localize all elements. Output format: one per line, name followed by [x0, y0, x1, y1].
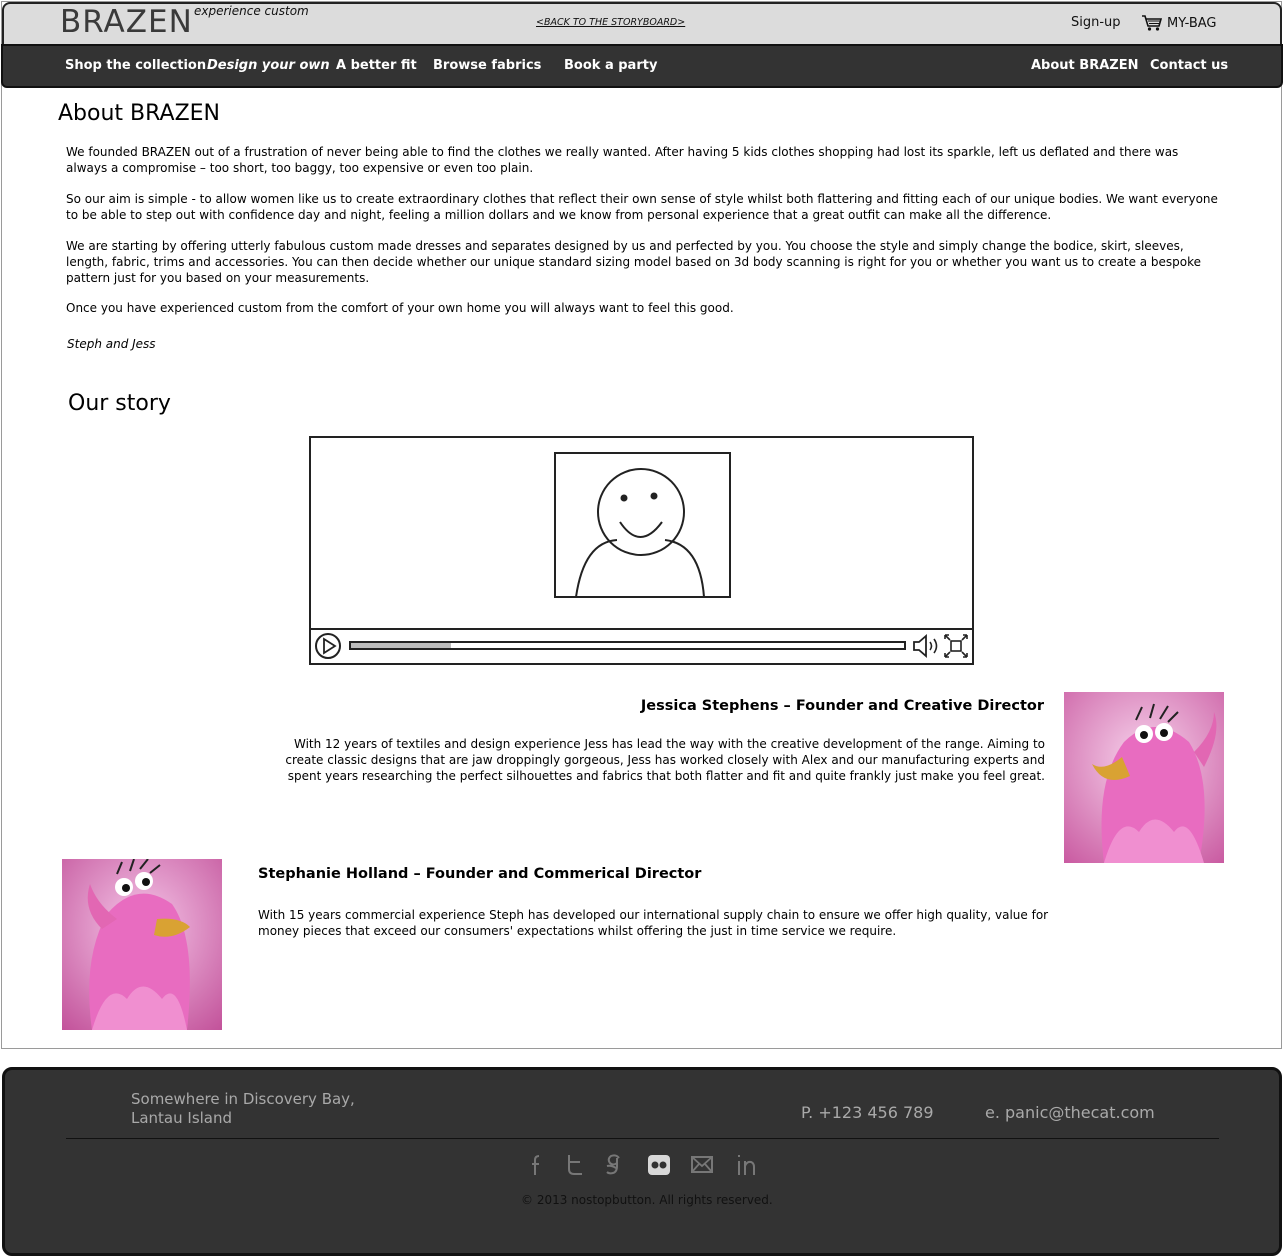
- signature: Steph and Jess: [67, 337, 156, 351]
- facebook-icon[interactable]: [524, 1152, 550, 1178]
- nav-a-better-fit[interactable]: A better fit: [336, 58, 417, 73]
- nav-shop-the-collection[interactable]: Shop the collection: [65, 58, 206, 73]
- video-progress-fill: [351, 643, 451, 648]
- about-paragraph: So our aim is simple - to allow women li…: [66, 192, 1218, 222]
- footer-phone: P. +123 456 789: [801, 1103, 934, 1122]
- back-to-storyboard-link[interactable]: <BACK TO THE STORYBOARD>: [536, 17, 685, 28]
- about-title: About BRAZEN: [58, 101, 221, 126]
- my-bag-label: MY-BAG: [1167, 15, 1217, 31]
- video-placeholder-icon: [554, 452, 731, 598]
- flickr-icon[interactable]: [647, 1152, 673, 1178]
- my-bag-button[interactable]: MY-BAG: [1141, 14, 1217, 32]
- founder-name-jessica: Jessica Stephens – Founder and Creative …: [640, 698, 1044, 714]
- twitter-icon[interactable]: [562, 1152, 588, 1178]
- story-title: Our story: [68, 391, 171, 416]
- volume-icon[interactable]: [911, 633, 941, 659]
- stephanie-photo: [62, 859, 222, 1030]
- signup-link[interactable]: Sign-up: [1071, 15, 1121, 30]
- nav-contact-us[interactable]: Contact us: [1150, 58, 1228, 73]
- about-paragraph: Once you have experienced custom from th…: [66, 301, 734, 315]
- copyright: © 2013 nostopbutton. All rights reserved…: [521, 1193, 773, 1207]
- linkedin-icon[interactable]: [734, 1152, 760, 1178]
- jessica-photo: [1064, 692, 1224, 863]
- logo[interactable]: BRAZEN: [60, 4, 193, 40]
- nav-design-your-own[interactable]: Design your own: [207, 58, 330, 73]
- founder-name-stephanie: Stephanie Holland – Founder and Commeric…: [258, 866, 702, 882]
- fullscreen-icon[interactable]: [943, 633, 969, 659]
- tagline: experience custom: [194, 4, 309, 18]
- founder-bio-stephanie: With 15 years commercial experience Step…: [258, 908, 1049, 938]
- footer-address: Somewhere in Discovery Bay, Lantau Islan…: [131, 1090, 355, 1127]
- nav-book-a-party[interactable]: Book a party: [564, 58, 657, 73]
- about-paragraph: We are starting by offering utterly fabu…: [66, 239, 1202, 285]
- google-icon[interactable]: [601, 1152, 627, 1178]
- play-icon[interactable]: [314, 632, 344, 660]
- nav-about-brazen[interactable]: About BRAZEN: [1031, 58, 1138, 73]
- founder-bio-jessica: With 12 years of textiles and design exp…: [285, 737, 1045, 783]
- mail-icon[interactable]: [689, 1152, 715, 1178]
- video-progress-bar[interactable]: [349, 641, 906, 650]
- footer-email[interactable]: e. panic@thecat.com: [985, 1103, 1155, 1122]
- footer-divider: [66, 1138, 1219, 1139]
- cart-icon: [1142, 15, 1163, 31]
- about-paragraph: We founded BRAZEN out of a frustration o…: [66, 145, 1179, 175]
- nav-browse-fabrics[interactable]: Browse fabrics: [433, 58, 541, 73]
